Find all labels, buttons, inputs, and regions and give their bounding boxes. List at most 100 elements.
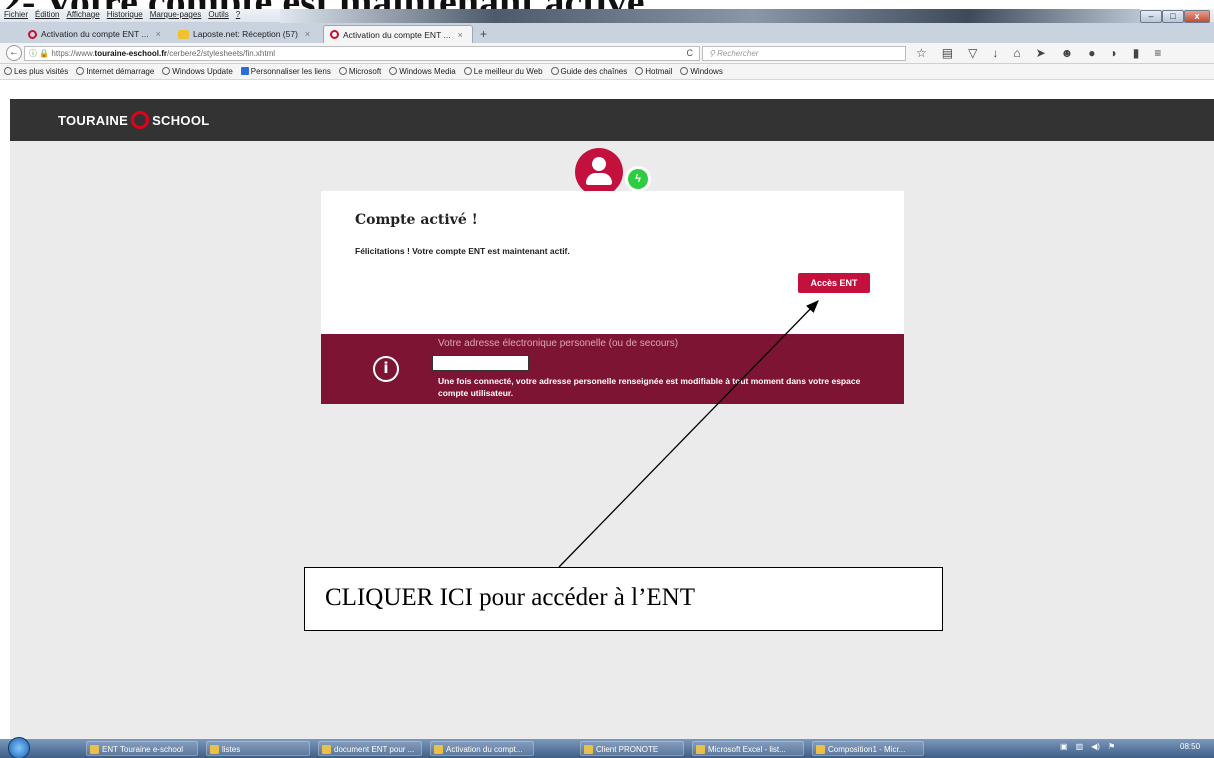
- taskbar: ENT Touraine e-school listes document EN…: [0, 737, 1214, 758]
- send-icon[interactable]: ➤: [1036, 46, 1046, 60]
- url-prefix: https://www.: [51, 49, 95, 58]
- globe-icon: [338, 67, 347, 75]
- info-panel: i Votre adresse électronique personelle …: [321, 334, 904, 404]
- annotation-callout: CLIQUER ICI pour accéder à l’ENT: [304, 567, 943, 631]
- bookmark-internet-demarrage[interactable]: Internet démarrage: [76, 67, 154, 76]
- bookmarks-icon[interactable]: ▤: [942, 46, 953, 60]
- globe-icon: [76, 67, 85, 75]
- email-label: Votre adresse électronique personelle (o…: [438, 338, 679, 349]
- tab-activation-active[interactable]: Activation du compte ENT ... ×: [323, 25, 473, 43]
- activation-card: Compte activé ! Félicitations ! Votre co…: [321, 191, 904, 334]
- window-controls: – □ x: [1140, 10, 1210, 23]
- title-bar: [280, 9, 1140, 23]
- back-button[interactable]: ←: [6, 45, 22, 61]
- volume-icon[interactable]: ◀): [1091, 742, 1100, 751]
- taskbar-item[interactable]: document ENT pour ...: [318, 741, 422, 756]
- clock[interactable]: 08:50: [1180, 742, 1200, 751]
- bookmark-guide-chaines[interactable]: Guide des chaînes: [550, 67, 627, 76]
- bookmark-hotmail[interactable]: Hotmail: [635, 67, 672, 76]
- menu-marque-pages[interactable]: Marque-pages: [150, 10, 202, 19]
- bookmark-windows-update[interactable]: Windows Update: [162, 67, 233, 76]
- email-field[interactable]: [432, 355, 529, 371]
- acces-ent-button[interactable]: Accès ENT: [798, 273, 870, 293]
- user-avatar-icon: [575, 148, 623, 196]
- minimize-button[interactable]: –: [1140, 10, 1162, 23]
- toolbar-icons: ☆ ▤ ▽ ↓ ⌂ ➤ ☻ ● ◗ ▮ ≡: [916, 46, 1161, 60]
- pocket-icon[interactable]: ▽: [968, 46, 977, 60]
- search-placeholder: Rechercher: [717, 49, 759, 58]
- url-domain: touraine-eschool.fr: [94, 49, 167, 58]
- menu-fichier[interactable]: Fichier: [4, 10, 28, 19]
- card-title: Compte activé !: [355, 212, 478, 228]
- url-path: /cerbere2/stylesheets/fin.xhtml: [167, 49, 276, 58]
- new-tab-button[interactable]: +: [480, 27, 487, 41]
- tab-close-icon[interactable]: ×: [305, 29, 310, 39]
- logo-ring-icon: [131, 111, 150, 129]
- touraine-eschool-logo[interactable]: TOURAINE SCHOOL: [58, 111, 209, 129]
- download-icon[interactable]: ↓: [992, 46, 998, 60]
- taskbar-item[interactable]: Activation du compt...: [430, 741, 534, 756]
- info-icon: i: [373, 356, 399, 382]
- search-icon: ⚲: [709, 49, 715, 58]
- eschool-favicon-icon: [28, 29, 37, 39]
- screenshot-root: 2- Votre compte est maintenant activé Fi…: [0, 0, 1214, 758]
- maximize-button[interactable]: □: [1162, 10, 1184, 23]
- smiley-icon[interactable]: ☻: [1061, 46, 1074, 60]
- star-icon[interactable]: ☆: [916, 46, 927, 60]
- reload-button[interactable]: C: [687, 47, 694, 60]
- taskbar-item[interactable]: listes: [206, 741, 310, 756]
- extension-icon[interactable]: ◗: [1111, 46, 1118, 60]
- logo-text-touraine: TOURAINE: [58, 112, 129, 128]
- logo-text-school: SCHOOL: [152, 112, 210, 128]
- taskbar-item[interactable]: Client PRONOTE: [580, 741, 684, 756]
- globe-icon: [680, 67, 689, 75]
- success-message: Félicitations ! Votre compte ENT est mai…: [355, 246, 570, 256]
- info-note: Une fois connecté, votre adresse persone…: [438, 376, 861, 398]
- tab-label: Laposte.net: Réception (57): [193, 29, 298, 39]
- close-window-button[interactable]: x: [1184, 10, 1210, 23]
- taskbar-item[interactable]: ENT Touraine e-school: [86, 741, 198, 756]
- mobile-icon[interactable]: ▮: [1133, 46, 1140, 60]
- menu-icon[interactable]: ≡: [1154, 46, 1161, 60]
- tab-label: Activation du compte ENT ...: [41, 29, 149, 39]
- menu-edition[interactable]: Édition: [35, 10, 59, 19]
- bookmark-windows[interactable]: Windows: [680, 67, 723, 76]
- laposte-favicon-icon: [178, 29, 189, 39]
- url-bar[interactable]: ⓘ 🔒 https://www.touraine-eschool.fr/cerb…: [24, 46, 700, 61]
- site-info-lock-icon[interactable]: ⓘ 🔒: [29, 49, 49, 58]
- tab-close-icon[interactable]: ×: [156, 29, 161, 39]
- menu-affichage[interactable]: Affichage: [66, 10, 99, 19]
- bookmark-windows-media[interactable]: Windows Media: [389, 67, 456, 76]
- tray-icon[interactable]: ▣: [1060, 742, 1068, 751]
- bookmark-personnaliser[interactable]: Personnaliser les liens: [240, 67, 331, 76]
- taskbar-item[interactable]: Composition1 - Micr...: [812, 741, 924, 756]
- network-icon[interactable]: ▥: [1076, 742, 1084, 751]
- bookmark-folder-icon: [4, 67, 12, 75]
- globe-icon: [389, 67, 398, 75]
- bookmarks-bar: Les plus visités Internet démarrage Wind…: [0, 64, 1214, 80]
- bookmark-meilleur-web[interactable]: Le meilleur du Web: [463, 67, 543, 76]
- tab-bar: Activation du compte ENT ... × Laposte.n…: [0, 23, 1214, 43]
- flag-icon[interactable]: ⚑: [1108, 742, 1115, 751]
- globe-icon: [463, 67, 472, 75]
- chat-icon[interactable]: ●: [1088, 46, 1095, 60]
- tab-laposte[interactable]: Laposte.net: Réception (57) ×: [172, 25, 320, 43]
- annotation-text: CLIQUER ICI pour accéder à l’ENT: [325, 584, 695, 611]
- msn-icon: [240, 67, 249, 75]
- site-header: TOURAINE SCHOOL: [10, 99, 1214, 141]
- bookmark-plus-visites[interactable]: Les plus visités: [4, 67, 68, 76]
- search-input[interactable]: ⚲ Rechercher: [702, 46, 906, 61]
- tab-activation-1[interactable]: Activation du compte ENT ... ×: [22, 25, 170, 43]
- menu-help[interactable]: ?: [236, 10, 240, 19]
- menu-outils[interactable]: Outils: [208, 10, 228, 19]
- home-icon[interactable]: ⌂: [1013, 46, 1020, 60]
- globe-icon: [635, 67, 644, 75]
- eschool-favicon-icon: [330, 30, 339, 39]
- taskbar-item[interactable]: Microsoft Excel - list...: [692, 741, 804, 756]
- start-button[interactable]: [8, 737, 30, 758]
- menu-historique[interactable]: Historique: [107, 10, 143, 19]
- tab-close-icon[interactable]: ×: [458, 30, 463, 40]
- navigation-bar: ← ⓘ 🔒 https://www.touraine-eschool.fr/ce…: [0, 43, 1214, 64]
- globe-icon: [550, 67, 559, 75]
- bookmark-microsoft[interactable]: Microsoft: [338, 67, 381, 76]
